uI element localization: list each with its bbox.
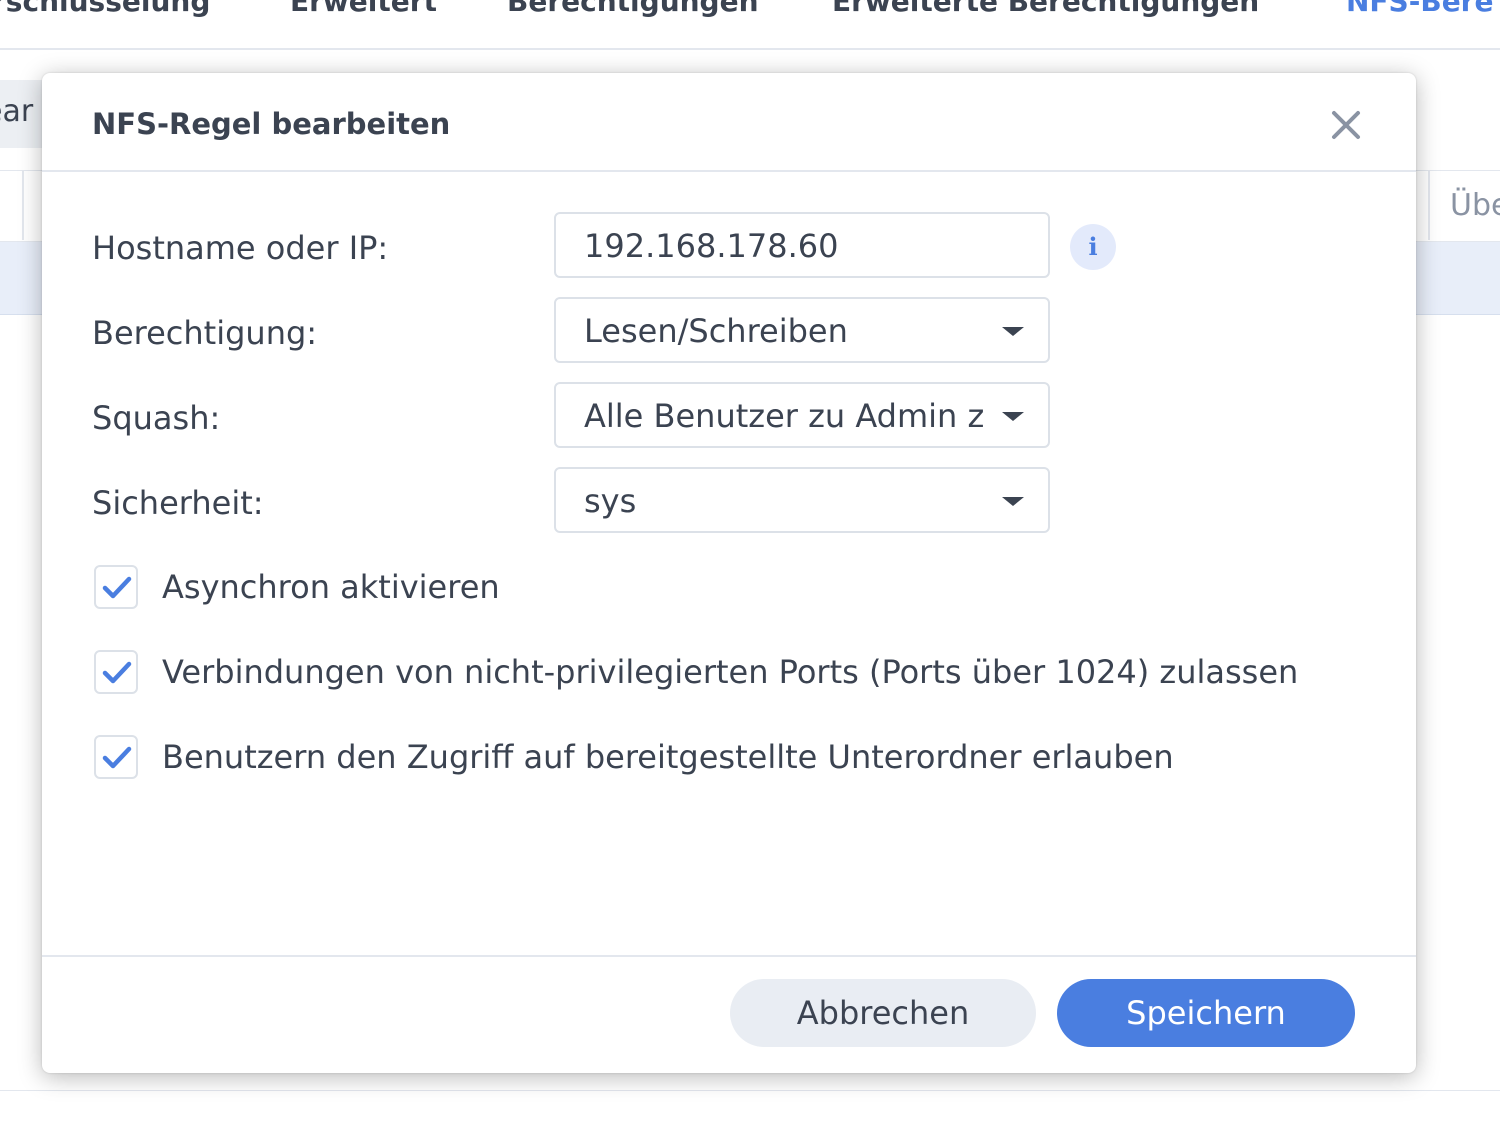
cancel-button[interactable]: Abbrechen <box>730 979 1036 1047</box>
subfolder-access-checkbox[interactable] <box>94 735 138 779</box>
subfolder-access-checkbox-label[interactable]: Benutzern den Zugriff auf bereitgestellt… <box>162 737 1174 777</box>
background-column-separator <box>22 170 24 240</box>
squash-value: Alle Benutzer zu Admin zuordnen <box>584 397 984 435</box>
background-search-text: ear <box>0 94 34 129</box>
save-button[interactable]: Speichern <box>1057 979 1355 1047</box>
chevron-down-icon <box>1002 412 1024 421</box>
security-label: Sicherheit: <box>92 484 264 522</box>
permission-label: Berechtigung: <box>92 314 318 352</box>
tab-bar: rschlüsselung Erweitert Berechtigungen E… <box>0 0 1500 50</box>
background-column-header[interactable]: Übe <box>1450 188 1500 223</box>
security-select[interactable]: sys <box>554 467 1050 533</box>
checkmark-icon <box>102 576 132 599</box>
hostname-input[interactable]: 192.168.178.60 <box>554 212 1050 278</box>
tab-encryption[interactable]: rschlüsselung <box>0 0 210 18</box>
header-divider <box>42 170 1416 172</box>
permission-value: Lesen/Schreiben <box>584 312 848 350</box>
background-column-separator <box>1428 170 1430 240</box>
background-divider <box>0 1090 1500 1091</box>
chevron-down-icon <box>1002 497 1024 506</box>
security-value: sys <box>584 482 637 520</box>
nonpriv-ports-checkbox-label[interactable]: Verbindungen von nicht-privilegierten Po… <box>162 652 1298 692</box>
async-checkbox[interactable] <box>94 565 138 609</box>
chevron-down-icon <box>1002 327 1024 336</box>
checkmark-icon <box>102 746 132 769</box>
tab-permissions[interactable]: Berechtigungen <box>507 0 759 18</box>
checkmark-icon <box>102 661 132 684</box>
footer-divider <box>42 955 1416 957</box>
permission-select[interactable]: Lesen/Schreiben <box>554 297 1050 363</box>
tab-nfs-permissions[interactable]: NFS-Bere <box>1346 0 1493 18</box>
tab-advanced[interactable]: Erweitert <box>290 0 437 18</box>
nonpriv-ports-checkbox[interactable] <box>94 650 138 694</box>
tab-advanced-permissions[interactable]: Erweiterte Berechtigungen <box>832 0 1259 18</box>
squash-label: Squash: <box>92 399 221 437</box>
close-icon[interactable] <box>1324 103 1368 147</box>
hostname-label: Hostname oder IP: <box>92 229 389 267</box>
squash-select[interactable]: Alle Benutzer zu Admin zuordnen <box>554 382 1050 448</box>
dialog-title: NFS-Regel bearbeiten <box>92 107 451 141</box>
info-icon[interactable]: i <box>1070 224 1116 270</box>
hostname-value: 192.168.178.60 <box>584 227 839 265</box>
nfs-rule-dialog: NFS-Regel bearbeiten Hostname oder IP: 1… <box>42 73 1416 1073</box>
async-checkbox-label[interactable]: Asynchron aktivieren <box>162 567 500 607</box>
